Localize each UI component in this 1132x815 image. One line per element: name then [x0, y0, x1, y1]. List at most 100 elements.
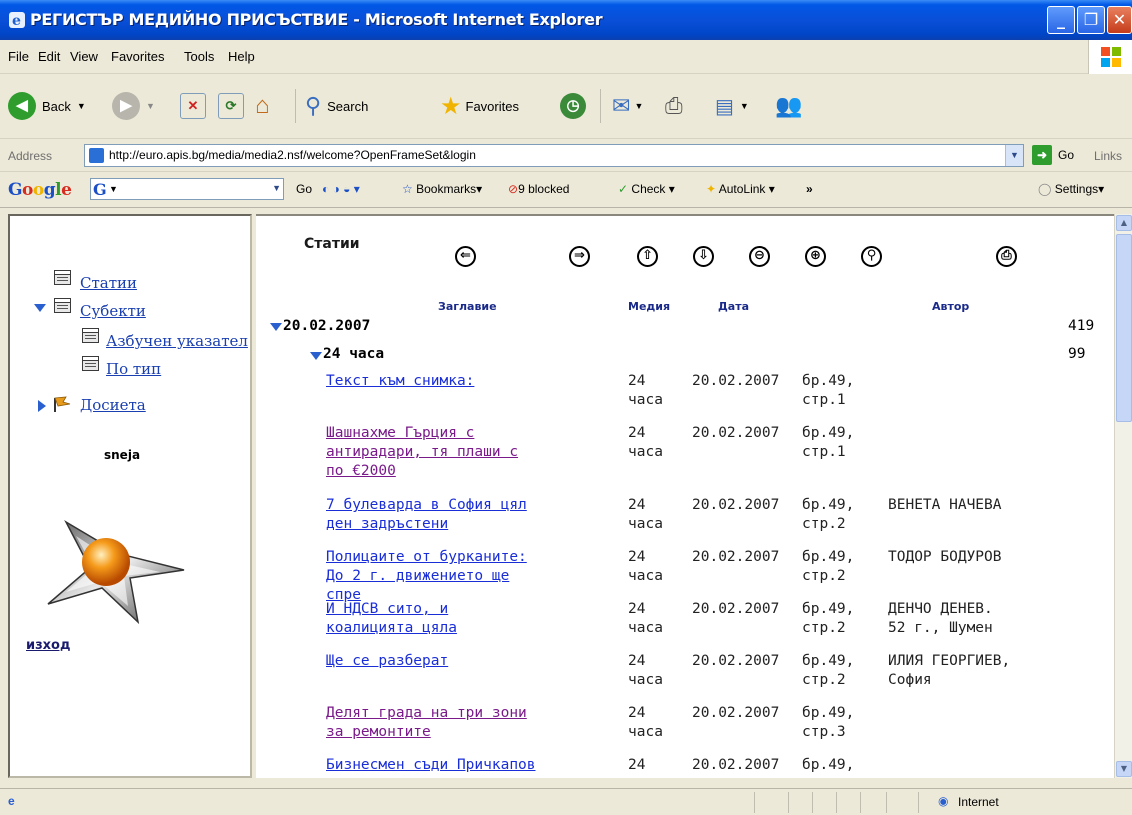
links-button[interactable]: Links: [1094, 149, 1122, 163]
col-header-title[interactable]: Заглавие: [438, 300, 497, 313]
menu-favorites[interactable]: Favorites: [111, 49, 164, 64]
autolink-button[interactable]: ✦ AutoLink ▾: [706, 182, 775, 196]
scroll-thumb[interactable]: [1116, 234, 1132, 422]
article-title-link[interactable]: Полицаите от бурканите: До 2 г. движениет…: [326, 548, 618, 605]
menu-file[interactable]: File: [8, 49, 29, 64]
forward-icon[interactable]: ⇒: [569, 246, 590, 267]
nav-item-by-type[interactable]: По тип: [106, 360, 161, 378]
restore-button[interactable]: ❐: [1077, 6, 1105, 34]
windows-flag-icon: [1088, 40, 1132, 74]
security-zone: Internet: [958, 795, 999, 809]
article-issue: бр.49, стр.1: [802, 425, 855, 460]
expand-icon[interactable]: ⊕: [805, 246, 826, 267]
more-button[interactable]: »: [806, 182, 813, 196]
messenger-button[interactable]: 👥: [775, 91, 802, 121]
nav-item-articles[interactable]: Статии: [80, 274, 137, 292]
view-icon: [82, 356, 99, 371]
popup-blocker-icon: ⊘: [508, 182, 519, 196]
print-icon[interactable]: ⎙: [996, 246, 1017, 267]
google-logo[interactable]: Google: [8, 180, 72, 200]
nav-item-subjects[interactable]: Субекти: [80, 302, 146, 320]
article-issue: бр.49, стр.1: [802, 373, 855, 408]
spell-check-button[interactable]: ✓ Check ▾: [618, 182, 675, 196]
article-issue: бр.49, стр.2: [802, 601, 855, 636]
spellcheck-icon: ✓: [618, 182, 629, 196]
favorites-star-icon: ★: [440, 92, 462, 120]
menu-bar: File Edit View Favorites Tools Help: [0, 40, 1132, 74]
nav-item-dossiers[interactable]: Досиета: [80, 396, 146, 414]
history-icon: ◷: [560, 93, 586, 119]
article-date: 20.02.2007: [692, 653, 780, 669]
down-icon[interactable]: ⇩: [693, 246, 714, 267]
back-icon[interactable]: ⇐: [455, 246, 476, 267]
refresh-button[interactable]: ⟳: [218, 91, 248, 121]
search-icon[interactable]: ⚲: [861, 246, 882, 267]
expanded-icon[interactable]: [310, 352, 322, 360]
col-header-author[interactable]: Автор: [932, 300, 969, 313]
menu-view[interactable]: View: [70, 49, 98, 64]
messenger-icon: 👥: [775, 93, 803, 118]
article-media: 24 часа: [628, 705, 663, 740]
window-title: РЕГИСТЪР МЕДИЙНО ПРИСЪСТВИЕ - Microsoft …: [30, 10, 603, 29]
article-title-link[interactable]: 7 булеварда в София цял ден задръстени: [326, 496, 618, 534]
menu-tools[interactable]: Tools: [184, 49, 214, 64]
address-input[interactable]: http://euro.apis.bg/media/media2.nsf/wel…: [84, 144, 1024, 167]
scroll-up-icon[interactable]: ▲: [1116, 215, 1132, 231]
address-label: Address: [8, 149, 53, 163]
close-button[interactable]: ✕: [1107, 6, 1132, 34]
popup-blocker[interactable]: ⊘9 blocked: [508, 182, 569, 196]
article-media: 24 часа: [628, 497, 663, 532]
page-icon: [89, 148, 104, 163]
article-title-link[interactable]: Делят града на три зони за ремонтите: [326, 704, 618, 742]
favorites-button[interactable]: ★ Favorites: [440, 91, 519, 121]
expanded-icon[interactable]: [270, 323, 282, 331]
internet-zone-icon: ◉: [938, 794, 949, 808]
article-title-link[interactable]: Текст към снимка:: [326, 372, 618, 391]
edit-button[interactable]: ▤ ▼: [715, 91, 749, 121]
menu-edit[interactable]: Edit: [38, 49, 60, 64]
article-media: 24 часа: [628, 601, 663, 636]
bookmark-star-icon: ☆: [402, 182, 413, 196]
google-go-button[interactable]: Go: [296, 182, 312, 196]
address-dropdown-icon[interactable]: ▼: [1005, 145, 1023, 166]
nav-item-alphabetical-index[interactable]: Азбучен указател: [106, 332, 248, 350]
vertical-scrollbar[interactable]: ▲ ▼: [1114, 214, 1132, 778]
article-title-link[interactable]: И НДСВ сито, и коалицията цяла: [326, 600, 618, 638]
home-icon: ⌂: [255, 92, 270, 119]
search-button[interactable]: ⚲ Search: [305, 91, 368, 121]
article-title-link[interactable]: Шашнахме Гърция с антирадари, тя плаши сп…: [326, 424, 618, 481]
article-media: 24 часа: [628, 373, 663, 408]
minimize-button[interactable]: _: [1047, 6, 1075, 34]
mail-button[interactable]: ✉ ▼: [612, 91, 643, 121]
print-button[interactable]: ⎙: [665, 91, 683, 121]
up-icon[interactable]: ⇧: [637, 246, 658, 267]
stop-icon: ✕: [180, 93, 206, 119]
col-header-date[interactable]: Дата: [718, 300, 749, 313]
google-icons[interactable]: ◐ ◑ ◒ ▾: [322, 182, 360, 196]
article-title-link[interactable]: Ще се разберат: [326, 652, 618, 671]
article-media: 24 часа: [628, 425, 663, 460]
bookmarks-button[interactable]: ☆ Bookmarks▾: [402, 182, 482, 196]
back-arrow-icon: ◀: [8, 92, 36, 120]
article-title-link[interactable]: Бизнесмен съди Причкапов: [326, 756, 618, 775]
home-button[interactable]: ⌂: [255, 91, 270, 121]
menu-help[interactable]: Help: [228, 49, 255, 64]
expanded-icon[interactable]: [34, 304, 46, 312]
back-button[interactable]: ◀ Back ▼: [8, 91, 86, 121]
col-header-media[interactable]: Медия: [628, 300, 670, 313]
collapsed-icon[interactable]: [38, 400, 46, 412]
collapse-icon[interactable]: ⊖: [749, 246, 770, 267]
forward-button[interactable]: ▶ ▼: [112, 91, 155, 121]
google-g-icon: G: [93, 180, 107, 199]
date-group-label[interactable]: 20.02.2007: [283, 318, 370, 334]
go-button[interactable]: ➜ Go: [1032, 145, 1074, 165]
app-logo: [47, 520, 185, 625]
media-group-label[interactable]: 24 часа: [323, 346, 384, 362]
settings-button[interactable]: ◯ Settings▾: [1038, 182, 1104, 196]
history-button[interactable]: ◷: [560, 91, 592, 121]
view-heading: Статии: [304, 236, 360, 252]
stop-button[interactable]: ✕: [180, 91, 210, 121]
scroll-down-icon[interactable]: ▼: [1116, 761, 1132, 777]
logout-link[interactable]: изход: [26, 638, 70, 653]
google-search-input[interactable]: G ▼ ▼: [90, 178, 284, 200]
